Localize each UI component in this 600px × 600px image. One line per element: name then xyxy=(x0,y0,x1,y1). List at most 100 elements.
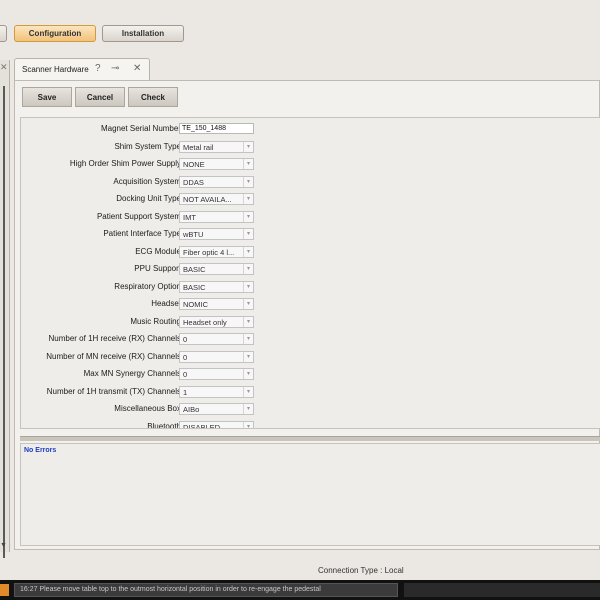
messages-panel: No Errors xyxy=(20,443,600,546)
text-field[interactable]: TE_150_1488 xyxy=(179,123,254,134)
chevron-down-icon[interactable]: ▾ xyxy=(243,281,253,292)
field-label: Magnet Serial Number xyxy=(100,124,181,133)
field-value: 0 xyxy=(183,370,188,379)
form-row: ECG Module Fiber optic 4 l... ▾ xyxy=(21,245,600,260)
dropdown-select[interactable]: DDAS ▾ xyxy=(179,175,254,188)
field-label: Music Routing xyxy=(130,316,181,326)
field-label: Number of 1H transmit (TX) Channels xyxy=(46,386,181,396)
field-value: Fiber optic 4 l... xyxy=(183,247,235,257)
dropdown-select[interactable]: NOMIC ▾ xyxy=(179,298,254,310)
form-row: Shim System Type Metal rail ▾ xyxy=(21,140,600,155)
chevron-down-icon[interactable]: ▾ xyxy=(243,229,253,239)
form-row: Bluetooth DISABLED ▾ xyxy=(21,420,600,429)
pin-icon[interactable]: ⊸ xyxy=(111,63,119,74)
field-label: Patient Interface Type xyxy=(103,229,181,238)
cancel-button[interactable]: Cancel xyxy=(75,87,125,107)
field-value: AIBo xyxy=(183,405,200,414)
field-label: Respiratory Option xyxy=(114,281,181,291)
field-label: High Order Shim Power Supply xyxy=(69,159,181,168)
chevron-down-icon[interactable]: ▼ xyxy=(0,542,7,549)
dropdown-select[interactable]: NONE ▾ xyxy=(179,158,254,170)
taskbar-message[interactable]: 16:27 Please move table top to the outmo… xyxy=(14,583,398,597)
close-icon[interactable]: ✕ xyxy=(133,63,141,74)
nav-button-installation-label: Installation xyxy=(121,29,165,38)
field-value: BASIC xyxy=(183,265,206,274)
chevron-down-icon[interactable]: ▾ xyxy=(243,299,253,309)
dropdown-select[interactable]: NOT AVAILA... ▾ xyxy=(179,193,254,205)
help-icon[interactable]: ? xyxy=(95,63,101,74)
dropdown-select[interactable]: wBTU ▾ xyxy=(179,228,254,240)
app-icon[interactable] xyxy=(0,584,9,596)
left-side-panel: ✕ ▼ xyxy=(0,60,10,598)
nav-button-configuration[interactable]: Configuration xyxy=(14,25,96,42)
dropdown-select[interactable]: AIBo ▾ xyxy=(179,403,254,415)
dropdown-select[interactable]: DISABLED ▾ xyxy=(179,420,254,429)
field-value: 1 xyxy=(183,387,188,397)
form-row: PPU Support BASIC ▾ xyxy=(21,263,600,277)
form-row: Magnet Serial Number TE_150_1488 xyxy=(21,123,600,137)
dropdown-select[interactable]: Headset only ▾ xyxy=(179,315,254,328)
dropdown-select[interactable]: 0 ▾ xyxy=(179,333,254,345)
tab-scanner-hardware[interactable]: Scanner Hardware ? ⊸ ✕ xyxy=(14,58,150,80)
chevron-down-icon[interactable]: ▾ xyxy=(243,194,253,204)
field-label: Patient Support System xyxy=(96,211,181,221)
field-label: Headset xyxy=(151,299,181,308)
chevron-down-icon[interactable]: ▾ xyxy=(243,386,253,397)
dropdown-select[interactable]: 0 ▾ xyxy=(179,350,254,363)
chevron-down-icon[interactable]: ▾ xyxy=(243,369,253,379)
dropdown-select[interactable]: 1 ▾ xyxy=(179,385,254,398)
field-value: 0 xyxy=(183,335,188,344)
form-row: High Order Shim Power Supply NONE ▾ xyxy=(21,158,600,172)
chevron-down-icon[interactable]: ▾ xyxy=(243,421,253,428)
save-button[interactable]: Save xyxy=(22,87,72,107)
chevron-down-icon[interactable]: ▾ xyxy=(243,404,253,414)
form-row: Number of MN receive (RX) Channels 0 ▾ xyxy=(21,350,600,365)
chevron-down-icon[interactable]: ▾ xyxy=(243,316,253,327)
chevron-down-icon[interactable]: ▾ xyxy=(243,176,253,187)
dropdown-select[interactable]: Fiber optic 4 l... ▾ xyxy=(179,245,254,258)
close-icon[interactable]: ✕ xyxy=(0,62,8,73)
form-row: Patient Support System IMT ▾ xyxy=(21,210,600,225)
nav-button-configuration-label: Configuration xyxy=(28,29,82,38)
form-row: Music Routing Headset only ▾ xyxy=(21,315,600,330)
field-label: ECG Module xyxy=(135,246,181,256)
dropdown-select[interactable]: BASIC ▾ xyxy=(179,263,254,275)
dropdown-select[interactable]: IMT ▾ xyxy=(179,210,254,223)
dropdown-select[interactable]: 0 ▾ xyxy=(179,368,254,380)
dropdown-select[interactable]: Metal rail ▾ xyxy=(179,140,254,153)
field-label: Bluetooth xyxy=(147,421,181,429)
field-value: TE_150_1488 xyxy=(182,125,226,132)
field-label: Number of 1H receive (RX) Channels xyxy=(48,334,182,343)
check-button[interactable]: Check xyxy=(128,87,178,107)
chevron-down-icon[interactable]: ▾ xyxy=(243,334,253,344)
field-label: Docking Unit Type xyxy=(116,194,181,203)
field-label: Miscellaneous Box xyxy=(114,404,181,413)
chevron-down-icon[interactable]: ▾ xyxy=(243,141,253,152)
field-value: DISABLED xyxy=(183,422,221,429)
chevron-down-icon[interactable]: ▾ xyxy=(243,264,253,274)
configuration-form[interactable]: Magnet Serial Number TE_150_1488 Shim Syst… xyxy=(20,117,600,429)
chevron-down-icon[interactable]: ▾ xyxy=(243,211,253,222)
panel-scrollbar[interactable] xyxy=(3,86,5,598)
form-row: Docking Unit Type NOT AVAILA... ▾ xyxy=(21,193,600,207)
chevron-down-icon[interactable]: ▾ xyxy=(243,246,253,257)
form-row: Respiratory Option BASIC ▾ xyxy=(21,280,600,295)
chevron-down-icon[interactable]: ▾ xyxy=(243,159,253,169)
cancel-button-label: Cancel xyxy=(86,92,114,102)
form-row: Headset NOMIC ▾ xyxy=(21,298,600,312)
nav-button-partial[interactable]: e xyxy=(0,25,7,42)
chevron-down-icon[interactable]: ▾ xyxy=(243,351,253,362)
panel-splitter[interactable] xyxy=(20,436,600,441)
field-value: NOMIC xyxy=(183,300,208,309)
field-value: wBTU xyxy=(183,230,204,239)
status-bar: Connection Type : Local xyxy=(0,558,600,580)
save-button-label: Save xyxy=(37,92,57,102)
form-row: Acquisition System DDAS ▾ xyxy=(21,175,600,190)
status-message: No Errors xyxy=(24,447,57,454)
field-value: Headset only xyxy=(183,317,227,327)
form-row: Max MN Synergy Channels 0 ▾ xyxy=(21,368,600,382)
nav-button-installation[interactable]: Installation xyxy=(102,25,184,42)
form-row: Patient Interface Type wBTU ▾ xyxy=(21,228,600,242)
form-row: Number of 1H transmit (TX) Channels 1 ▾ xyxy=(21,385,600,400)
dropdown-select[interactable]: BASIC ▾ xyxy=(179,280,254,293)
